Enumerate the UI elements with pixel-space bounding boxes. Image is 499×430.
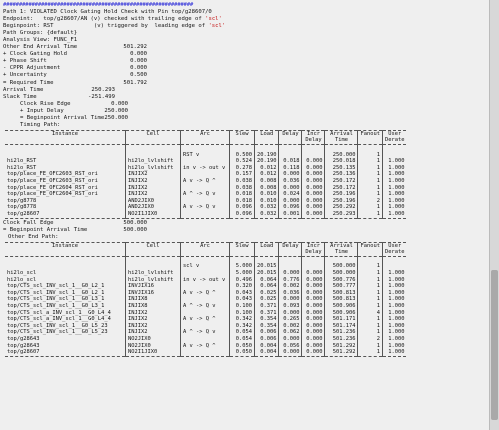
table-row: top/g28607 NO2I1JIX0 0.050 0.004 0.000 0.000 5… — [5, 349, 407, 357]
column-header: Arc — [180, 241, 230, 250]
column-header: Arrival — [324, 129, 358, 138]
analysis-view: Analysis View: FUNC_F1 — [3, 37, 78, 44]
column-header: Instance — [5, 241, 126, 250]
table-row: top/place_FE_OFC2603_RST_ori INJIX2 0.157 0… — [7, 171, 407, 178]
column-header: User — [381, 129, 407, 138]
endpoint-line: Endpoint: top/g28607/AN (v) checked with… — [3, 16, 222, 23]
launch-edge-row: = Beginpoint Arrival Time 250.000 — [20, 114, 128, 121]
table-row: top/CTS_scl_INV_scl_1__G0_L5_23 INJIX2 A ^… — [7, 329, 407, 337]
launch-edge-row: + Input Delay 250.000 — [20, 107, 128, 114]
required-time-row: = Required Time 501.792 — [3, 79, 147, 86]
column-header: Slew — [229, 241, 255, 250]
separator-line: ########################################… — [3, 2, 194, 8]
column-header: User — [381, 241, 407, 250]
column-header: Arrival — [324, 241, 358, 250]
launch-edge-row: Clock Rise Edge 0.000 — [20, 100, 128, 107]
table-row: top/g8778 AND2JIX0 A v -> Q v 0.096 0.032 0.0… — [7, 204, 407, 211]
timing-path-title: Timing Path: — [20, 121, 61, 128]
required-time-row: + Uncertainty 0.500 — [3, 72, 147, 79]
required-time-row: + Phase Shift 0.000 — [3, 58, 147, 65]
beginpoint-line: Beginpoint: RST (v) triggered by leading… — [3, 23, 226, 30]
path-title: Path 1: VIOLATED Clock Gating Hold Check… — [3, 9, 212, 16]
column-header: Slew — [229, 129, 255, 138]
endpoint-clock: 'scl' — [205, 16, 222, 23]
column-header: Delay — [278, 129, 302, 138]
vertical-scrollbar[interactable] — [489, 0, 499, 430]
table-row: top/CTS_scl_INV_scl_1__G0_L3_1 INJIX8 A ^ … — [7, 303, 407, 310]
capture-edge-row: = Beginpoint Arrival Time 500.000 — [3, 226, 147, 233]
slack-row: Slack Time -251.499 — [3, 93, 115, 100]
column-header: Delay — [278, 241, 302, 250]
table-row: top/CTS_scl_INV_scl_1__G0_L2_1 INVJIX16 A … — [7, 289, 407, 297]
column-header: Incr — [301, 129, 325, 138]
table-row: top/CTS_scl_a_INV_scl_1__G0_L4_4 INJIX2 0.… — [7, 309, 407, 317]
table-row: scl v 5.000 20.015 500.000 1 — [5, 263, 407, 271]
path-groups: Path Groups: {default} — [3, 30, 78, 37]
launch-edge-block: Clock Rise Edge 0.000 + Input Delay 250.000… — [3, 101, 489, 122]
slack-row: Arrival Time 250.293 — [3, 86, 115, 93]
table-row: top/CTS_scl_INV_scl_1__G0_L2_1 INVJIX16 0.… — [7, 283, 407, 290]
table-row: top/g28643 NO2JIX0 A v -> Q ^ 0.050 0.004 0.0… — [7, 342, 407, 350]
table-row: hi2lo_RST hi2lo_lvlshift in v -> out v 0.27… — [7, 164, 407, 172]
column-header: Cell — [125, 241, 181, 250]
column-header: Arc — [180, 129, 230, 138]
table-row: top/g28643 NO2JIX0 0.054 0.006 0.000 0.000 501… — [7, 336, 407, 343]
table-row: top/place_FE_OFC2604_RST_ori INJIX2 0.038 0… — [7, 184, 407, 192]
column-header: Load — [253, 241, 279, 250]
column-header: Fanout — [357, 241, 383, 250]
launch-path-table: Instance Cell Arc Slew Load Delay Incr Arrival F… — [5, 129, 407, 219]
table-row: top/CTS_scl_a_INV_scl_1__G0_L4_4 INJIX2 A … — [7, 316, 407, 323]
table-row: top/place_FE_OFC2604_RST_ori INJIX2 A ^ ->… — [7, 191, 407, 198]
capture-path-table: Instance Cell Arc Slew Load Delay Incr Arrival F… — [5, 241, 407, 357]
column-header: Load — [253, 129, 279, 138]
table-row: top/place_FE_OFC2603_RST_ori INJIX2 A v ->… — [7, 178, 407, 185]
required-time-row: Other End Arrival Time 501.292 — [3, 44, 147, 51]
capture-edge-row: Clock Fall Edge 500.000 — [3, 219, 147, 226]
table-row: hi2lo_RST hi2lo_lvlshift 0.524 20.190 0.018 0… — [7, 158, 407, 165]
table-row — [5, 256, 407, 264]
table-row: hi2lo_scl hi2lo_lvlshift 5.000 20.015 0.000 0… — [7, 270, 407, 277]
required-time-row: + Clock Gating Hold 0.000 — [3, 51, 147, 58]
column-header: Incr — [301, 241, 325, 250]
table-row — [5, 144, 407, 152]
table-row: top/g28607 NO2I1JIX0 0.096 0.032 0.001 0.000 2… — [5, 210, 407, 219]
timing-report: ########################################… — [0, 0, 489, 430]
beginpoint-clock: 'scl' — [208, 23, 226, 30]
table-row: RST v 0.500 20.190 250.000 1 — [5, 151, 407, 159]
capture-edge-block: Clock Fall Edge 500.000 = Beginpoint Arriv… — [3, 220, 489, 234]
required-time-block: Other End Arrival Time 501.292 + Clock Gat… — [3, 44, 489, 86]
other-end-path-title: Other End Path: — [8, 233, 59, 240]
table-row: top/g8778 AND2JIX0 0.018 0.010 0.000 0.000 250… — [7, 197, 407, 205]
table-row: top/CTS_scl_INV_scl_1__G0_L5_23 INJIX2 0.3… — [7, 322, 407, 330]
column-header: Instance — [5, 129, 126, 138]
table-row: hi2lo_scl hi2lo_lvlshift in v -> out v 0.49… — [7, 276, 407, 284]
slack-block: Arrival Time 250.293 Slack Time -251.499 — [3, 87, 489, 101]
column-header: Fanout — [357, 129, 383, 138]
scrollbar-thumb[interactable] — [491, 270, 498, 420]
required-time-row: - CPPR Adjustment 0.000 — [3, 65, 147, 72]
column-header: Cell — [125, 129, 181, 138]
table-row: top/CTS_scl_INV_scl_1__G0_L3_1 INJIX8 0.04… — [7, 296, 407, 304]
